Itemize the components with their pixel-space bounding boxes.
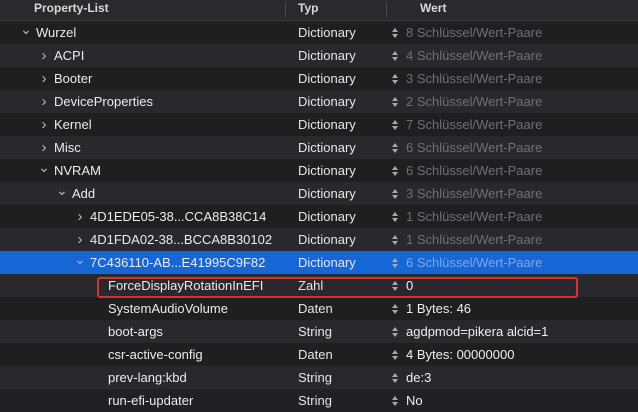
type-cell[interactable]: Dictionary — [298, 228, 356, 251]
key-name[interactable]: prev-lang:kbd — [108, 366, 187, 389]
column-divider[interactable] — [285, 2, 286, 18]
type-cell[interactable]: Dictionary — [298, 67, 356, 90]
plist-row[interactable]: boot-args String agdpmod=pikera alcid=1 — [0, 320, 638, 343]
stepper-icon[interactable] — [392, 235, 399, 245]
type-cell[interactable]: Dictionary — [298, 113, 356, 136]
value-cell[interactable]: 6 Schlüssel/Wert-Paare — [406, 159, 542, 182]
value-cell[interactable]: 1 Schlüssel/Wert-Paare — [406, 228, 542, 251]
key-name[interactable]: Add — [72, 182, 95, 205]
plist-row[interactable]: run-efi-updater String No — [0, 389, 638, 412]
highlight-box — [97, 277, 578, 298]
value-cell[interactable]: 7 Schlüssel/Wert-Paare — [406, 113, 542, 136]
stepper-icon[interactable] — [392, 28, 399, 38]
key-name[interactable]: Misc — [54, 136, 81, 159]
chevron-down-icon[interactable]: ⌄ — [56, 182, 68, 205]
stepper-icon[interactable] — [392, 212, 399, 222]
stepper-icon[interactable] — [392, 189, 399, 199]
chevron-right-icon[interactable]: › — [74, 228, 86, 251]
stepper-icon[interactable] — [392, 258, 399, 268]
value-cell[interactable]: de:3 — [406, 366, 431, 389]
stepper-icon[interactable] — [392, 166, 399, 176]
key-name[interactable]: 4D1FDA02-38...BCCA8B30102 — [90, 228, 272, 251]
key-name[interactable]: boot-args — [108, 320, 163, 343]
key-name[interactable]: SystemAudioVolume — [108, 297, 228, 320]
key-name[interactable]: NVRAM — [54, 159, 101, 182]
type-cell[interactable]: String — [298, 320, 332, 343]
value-cell[interactable]: No — [406, 389, 423, 412]
value-cell[interactable]: 1 Schlüssel/Wert-Paare — [406, 205, 542, 228]
type-cell[interactable]: String — [298, 366, 332, 389]
value-cell[interactable]: 4 Bytes: 00000000 — [406, 343, 514, 366]
stepper-icon[interactable] — [392, 143, 399, 153]
value-cell[interactable]: 4 Schlüssel/Wert-Paare — [406, 44, 542, 67]
chevron-right-icon[interactable]: › — [38, 44, 50, 67]
stepper-icon[interactable] — [392, 74, 399, 84]
header-value[interactable]: Wert — [420, 1, 446, 15]
value-cell[interactable]: 8 Schlüssel/Wert-Paare — [406, 21, 542, 44]
type-cell[interactable]: String — [298, 389, 332, 412]
value-cell[interactable]: 1 Bytes: 46 — [406, 297, 471, 320]
column-divider[interactable] — [386, 2, 387, 18]
value-cell[interactable]: 2 Schlüssel/Wert-Paare — [406, 90, 542, 113]
plist-row[interactable]: ⌄ Wurzel Dictionary 8 Schlüssel/Wert-Paare — [0, 21, 638, 44]
value-cell[interactable]: 6 Schlüssel/Wert-Paare — [406, 251, 542, 274]
value-cell[interactable]: 3 Schlüssel/Wert-Paare — [406, 182, 542, 205]
chevron-right-icon[interactable]: › — [38, 113, 50, 136]
type-cell[interactable]: Dictionary — [298, 44, 356, 67]
value-cell[interactable]: 6 Schlüssel/Wert-Paare — [406, 136, 542, 159]
value-cell[interactable]: agdpmod=pikera alcid=1 — [406, 320, 548, 343]
key-name[interactable]: csr-active-config — [108, 343, 203, 366]
type-cell[interactable]: Dictionary — [298, 90, 356, 113]
type-cell[interactable]: Dictionary — [298, 21, 356, 44]
stepper-icon[interactable] — [392, 373, 399, 383]
column-header: Property-List Typ Wert — [0, 0, 638, 21]
key-name[interactable]: Kernel — [54, 113, 92, 136]
plist-row[interactable]: › Misc Dictionary 6 Schlüssel/Wert-Paare — [0, 136, 638, 159]
stepper-icon[interactable] — [392, 51, 399, 61]
stepper-icon[interactable] — [392, 350, 399, 360]
plist-row[interactable]: › DeviceProperties Dictionary 2 Schlüssel/W… — [0, 90, 638, 113]
key-name[interactable]: run-efi-updater — [108, 389, 193, 412]
chevron-down-icon[interactable]: ⌄ — [74, 251, 86, 274]
type-cell[interactable]: Daten — [298, 297, 333, 320]
type-cell[interactable]: Dictionary — [298, 205, 356, 228]
chevron-down-icon[interactable]: ⌄ — [20, 21, 32, 44]
type-cell[interactable]: Dictionary — [298, 251, 356, 274]
key-name[interactable]: 4D1EDE05-38...CCA8B38C14 — [90, 205, 266, 228]
stepper-icon[interactable] — [392, 97, 399, 107]
stepper-icon[interactable] — [392, 396, 399, 406]
chevron-right-icon[interactable]: › — [74, 205, 86, 228]
type-cell[interactable]: Dictionary — [298, 136, 356, 159]
stepper-icon[interactable] — [392, 327, 399, 337]
plist-row[interactable]: › 4D1FDA02-38...BCCA8B30102 Dictionary 1 Sc… — [0, 228, 638, 251]
plist-row[interactable]: › ACPI Dictionary 4 Schlüssel/Wert-Paare — [0, 44, 638, 67]
plist-row[interactable]: prev-lang:kbd String de:3 — [0, 366, 638, 389]
key-name[interactable]: Wurzel — [36, 21, 76, 44]
plist-row[interactable]: ⌄ NVRAM Dictionary 6 Schlüssel/Wert-Paare — [0, 159, 638, 182]
type-cell[interactable]: Daten — [298, 343, 333, 366]
stepper-icon[interactable] — [392, 304, 399, 314]
plist-row[interactable]: ⌄ Add Dictionary 3 Schlüssel/Wert-Paare — [0, 182, 638, 205]
key-name[interactable]: DeviceProperties — [54, 90, 153, 113]
value-cell[interactable]: 3 Schlüssel/Wert-Paare — [406, 67, 542, 90]
key-name[interactable]: Booter — [54, 67, 92, 90]
chevron-down-icon[interactable]: ⌄ — [38, 159, 50, 182]
chevron-right-icon[interactable]: › — [38, 90, 50, 113]
type-cell[interactable]: Dictionary — [298, 159, 356, 182]
chevron-right-icon[interactable]: › — [38, 67, 50, 90]
key-name[interactable]: ACPI — [54, 44, 84, 67]
plist-row[interactable]: SystemAudioVolume Daten 1 Bytes: 46 — [0, 297, 638, 320]
chevron-right-icon[interactable]: › — [38, 136, 50, 159]
plist-row[interactable]: › Booter Dictionary 3 Schlüssel/Wert-Paare — [0, 67, 638, 90]
plist-row[interactable]: csr-active-config Daten 4 Bytes: 00000000 — [0, 343, 638, 366]
stepper-icon[interactable] — [392, 120, 399, 130]
type-cell[interactable]: Dictionary — [298, 182, 356, 205]
plist-row[interactable]: › 4D1EDE05-38...CCA8B38C14 Dictionary 1 Sch… — [0, 205, 638, 228]
plist-editor: Property-List Typ Wert ⌄ Wurzel Dictionary… — [0, 0, 638, 408]
key-name[interactable]: 7C436110-AB...E41995C9F82 — [90, 251, 265, 274]
plist-row[interactable]: › Kernel Dictionary 7 Schlüssel/Wert-Paare — [0, 113, 638, 136]
plist-row[interactable]: ⌄ 7C436110-AB...E41995C9F82 Dictionary 6 Sc… — [0, 251, 638, 274]
header-type[interactable]: Typ — [298, 1, 318, 15]
header-property-list[interactable]: Property-List — [34, 1, 109, 15]
